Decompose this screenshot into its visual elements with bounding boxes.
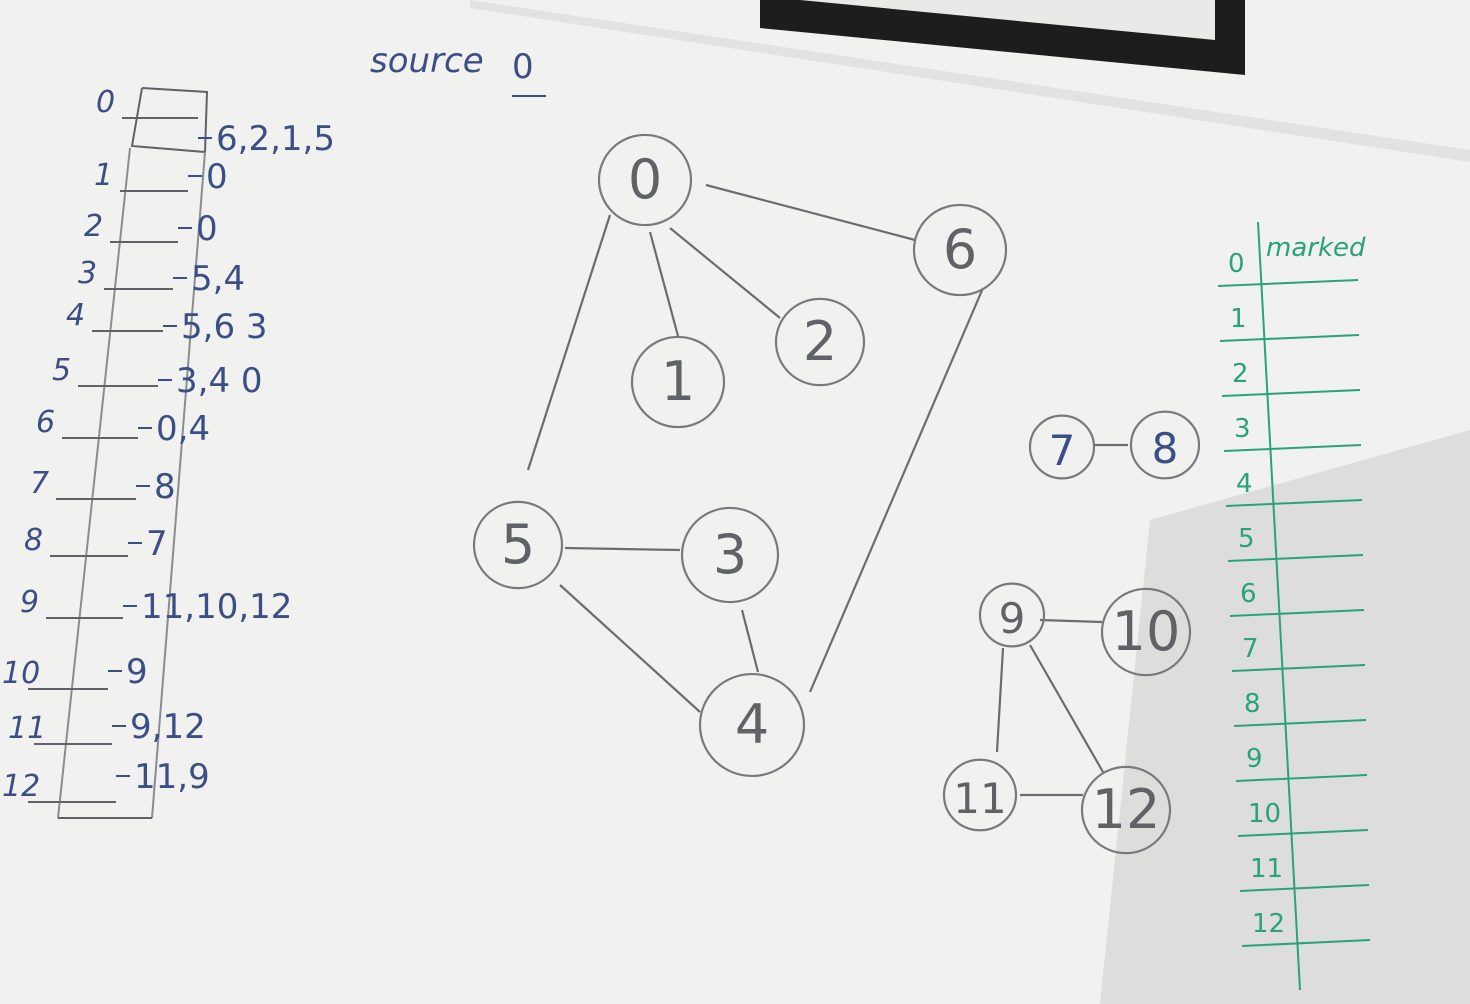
marked-row-6: 6 — [1240, 579, 1257, 609]
graph-node-label-1: 1 — [661, 350, 695, 413]
source-value: 0 — [512, 47, 534, 87]
graph-node-label-0: 0 — [628, 148, 662, 211]
marked-row-3: 3 — [1234, 414, 1251, 444]
marked-row-0: 0 — [1228, 249, 1245, 279]
marked-row-10: 10 — [1248, 799, 1281, 829]
adj-index-6: 6 — [36, 405, 55, 440]
adj-neighbors-0: 6,2,1,5 — [216, 119, 335, 159]
marked-row-11: 11 — [1250, 854, 1283, 884]
graph-node-label-10: 10 — [1112, 600, 1181, 663]
graph-node-label-7: 7 — [1049, 426, 1076, 475]
marked-row-4: 4 — [1236, 469, 1253, 499]
graph-node-label-11: 11 — [953, 774, 1006, 823]
marked-row-9: 9 — [1246, 744, 1263, 774]
graph-node-label-6: 6 — [943, 218, 977, 281]
adj-neighbors-8: 7 — [146, 524, 168, 564]
graph-node-12: 12 — [1080, 765, 1172, 855]
adj-index-3: 3 — [78, 256, 97, 291]
adj-index-8: 8 — [24, 523, 43, 558]
adj-index-4: 4 — [66, 298, 85, 333]
graph-node-10: 10 — [1100, 587, 1192, 677]
adj-index-11: 11 — [8, 711, 46, 746]
adj-neighbors-9: 11,10,12 — [141, 587, 292, 627]
adj-neighbors-10: 9 — [126, 652, 148, 692]
marked-row-1: 1 — [1230, 304, 1247, 334]
marked-row-12: 12 — [1252, 909, 1285, 939]
adj-index-0: 0 — [96, 85, 115, 120]
adj-neighbors-11: 9,12 — [130, 707, 206, 747]
graph-node-label-5: 5 — [501, 513, 535, 576]
graph-node-label-9: 9 — [999, 594, 1026, 643]
adj-index-9: 9 — [20, 585, 39, 620]
graph-node-label-8: 8 — [1152, 424, 1179, 473]
adj-neighbors-5: 3,4 0 — [176, 361, 263, 401]
marked-row-2: 2 — [1232, 359, 1249, 389]
graph-node-label-4: 4 — [735, 693, 769, 756]
graph-node-label-12: 12 — [1092, 778, 1161, 841]
adj-index-1: 1 — [94, 158, 113, 193]
marked-row-7: 7 — [1242, 634, 1259, 664]
adj-index-2: 2 — [84, 209, 103, 244]
marked-header: marked — [1266, 233, 1366, 263]
adj-index-10: 10 — [2, 656, 40, 691]
adj-neighbors-12: 11,9 — [134, 757, 210, 797]
adj-neighbors-7: 8 — [154, 467, 176, 507]
marked-row-8: 8 — [1244, 689, 1261, 719]
adj-neighbors-6: 0,4 — [156, 409, 210, 449]
graph-node-label-2: 2 — [803, 310, 837, 373]
adj-index-7: 7 — [30, 466, 49, 501]
adj-neighbors-1: 0 — [206, 157, 228, 197]
adj-index-12: 12 — [2, 769, 40, 804]
source-label: source — [370, 41, 484, 81]
adj-index-5: 5 — [52, 353, 71, 388]
adj-neighbors-3: 5,4 — [191, 259, 245, 299]
graph-node-label-3: 3 — [713, 523, 747, 586]
marked-row-5: 5 — [1238, 524, 1255, 554]
whiteboard-photo: source 0 06,2,1,51 02 03 5,44 5,6 35 3,4 06 0,… — [0, 0, 1470, 1004]
adj-neighbors-2: 0 — [196, 209, 218, 249]
adj-neighbors-4: 5,6 3 — [181, 307, 268, 347]
